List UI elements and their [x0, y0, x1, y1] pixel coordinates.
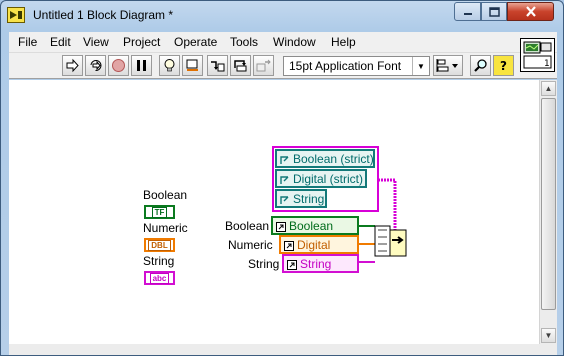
node-label-numeric: Numeric [228, 238, 273, 252]
step-out-icon [256, 59, 271, 72]
abort-icon [112, 59, 125, 72]
search-button[interactable] [470, 55, 491, 76]
step-into-icon [211, 61, 225, 72]
pause-button[interactable] [131, 55, 152, 76]
reference-arrow-icon [284, 241, 294, 251]
node-label-string: String [248, 257, 280, 271]
boolean-value-node[interactable]: Boolean [271, 216, 359, 235]
context-help-button[interactable]: ? [493, 55, 514, 76]
step-into-button[interactable] [207, 55, 228, 76]
font-value: 15pt Application Font [289, 59, 402, 73]
run-continuously-icon [90, 60, 102, 72]
menu-tools[interactable]: Tools [230, 35, 258, 49]
run-arrow-icon [66, 58, 79, 73]
terminal-label-numeric: Numeric [143, 221, 188, 235]
step-out-button[interactable] [253, 55, 274, 76]
menu-help[interactable]: Help [331, 35, 356, 49]
node-value-numeric: Digital [297, 237, 331, 252]
vi-icon[interactable]: 1 [520, 38, 555, 72]
terminal-type-string: abc [149, 272, 170, 284]
scroll-down-icon[interactable]: ▼ [541, 328, 556, 343]
terminal-label-boolean: Boolean [143, 188, 188, 202]
svg-text:1: 1 [544, 59, 550, 69]
node-label-boolean: Boolean [225, 219, 270, 233]
terminal-type-boolean: TF [151, 206, 168, 218]
retain-wire-values-icon [186, 59, 198, 71]
maximize-button[interactable] [481, 2, 507, 21]
cluster-wire [378, 178, 397, 230]
close-button[interactable] [507, 2, 554, 21]
menu-edit[interactable]: Edit [50, 35, 71, 49]
run-continuously-button[interactable] [85, 55, 106, 76]
menu-project[interactable]: Project [123, 35, 160, 49]
pause-icon [137, 60, 146, 71]
node-value-boolean: Boolean [289, 218, 334, 233]
terminal-type-numeric: DBL [148, 239, 171, 251]
abort-button[interactable] [108, 55, 129, 76]
numeric-terminal[interactable]: DBL [144, 238, 175, 252]
vi-server-reference-icon [280, 196, 289, 204]
scroll-up-icon[interactable]: ▲ [541, 81, 556, 96]
scroll-thumb[interactable] [541, 98, 556, 310]
terminal-label-string: String [143, 254, 175, 268]
title-bar[interactable]: Untitled 1 Block Diagram * [1, 1, 563, 31]
reference-arrow-icon [287, 260, 297, 270]
menu-file[interactable]: File [18, 35, 37, 49]
text-settings-ring[interactable]: 15pt Application Font ▼ [283, 56, 430, 76]
minimize-button[interactable] [454, 2, 481, 21]
reference-arrow-icon [276, 222, 286, 232]
chevron-down-icon: ▼ [412, 57, 429, 75]
ref-boolean-strict[interactable]: Boolean (strict) [275, 149, 375, 168]
numeric-value-node[interactable]: Digital [279, 235, 359, 254]
vi-icon-graphic: 1 [523, 41, 552, 69]
menu-bar: File Edit View Project Operate Tools Win… [9, 32, 557, 53]
menu-operate[interactable]: Operate [174, 35, 217, 49]
vertical-scrollbar[interactable]: ▲ ▼ [539, 80, 557, 344]
ref-label-string: String [293, 191, 325, 206]
boolean-terminal[interactable]: TF [144, 205, 175, 219]
menu-window[interactable]: Window [273, 35, 316, 49]
help-icon: ? [500, 59, 507, 73]
align-objects-button[interactable] [433, 55, 463, 76]
ref-string[interactable]: String [275, 189, 327, 208]
ref-digital-strict[interactable]: Digital (strict) [275, 169, 367, 188]
align-objects-icon [436, 59, 458, 72]
wires-layer [272, 146, 407, 263]
search-icon [474, 59, 487, 72]
block-diagram-canvas[interactable]: Boolean TF Numeric DBL String abc Boolea… [9, 80, 539, 344]
string-terminal[interactable]: abc [144, 271, 175, 285]
minimize-icon [463, 12, 472, 15]
run-button[interactable] [62, 55, 83, 76]
window-bottom-edge [9, 344, 557, 355]
vi-server-reference-icon [280, 176, 289, 184]
close-icon [525, 6, 536, 17]
ref-label-digital-strict: Digital (strict) [293, 171, 364, 186]
toolbar: 15pt Application Font ▼ ? [9, 53, 557, 79]
svg-text:?: ? [500, 59, 507, 73]
retain-wire-values-button[interactable] [182, 55, 203, 76]
step-over-icon [234, 60, 247, 72]
ref-label-boolean-strict: Boolean (strict) [293, 151, 374, 166]
block-diagram-window: Untitled 1 Block Diagram * File Edit Vie… [0, 0, 564, 356]
highlight-execution-button[interactable] [159, 55, 180, 76]
labview-app-icon [7, 7, 25, 23]
window-title: Untitled 1 Block Diagram * [33, 8, 174, 22]
vi-server-reference-icon [280, 156, 289, 164]
string-value-node[interactable]: String [282, 254, 359, 273]
menu-view[interactable]: View [83, 35, 109, 49]
highlight-execution-icon [164, 59, 175, 72]
node-value-string: String [300, 256, 332, 271]
bundle-node [374, 225, 391, 257]
step-over-button[interactable] [230, 55, 251, 76]
maximize-icon [488, 6, 500, 17]
